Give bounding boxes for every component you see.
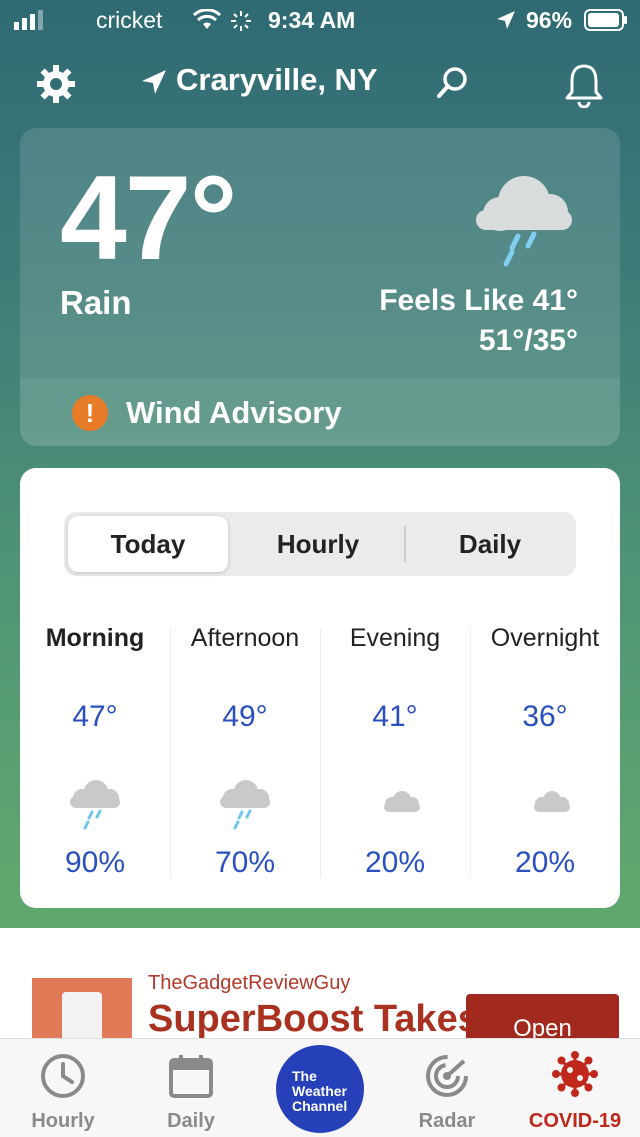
wifi-icon bbox=[192, 9, 222, 29]
notification-bell-icon[interactable] bbox=[564, 62, 604, 108]
radar-icon bbox=[426, 1055, 468, 1097]
tab-bar-covid[interactable]: COVID-19 bbox=[515, 1039, 635, 1137]
period-morning[interactable]: Morning 47° 90% bbox=[20, 618, 170, 888]
location-arrow-icon bbox=[497, 11, 515, 29]
period-temperature: 47° bbox=[72, 700, 118, 733]
tab-today[interactable]: Today bbox=[68, 516, 228, 572]
clock-icon bbox=[41, 1054, 85, 1098]
bottom-tab-bar: Hourly Daily The Weather Channel Radar C… bbox=[0, 1038, 640, 1137]
forecast-card: Today Hourly Daily Morning 47° 90% After… bbox=[20, 468, 620, 908]
advertisement-banner[interactable]: TheGadgetReviewGuy SuperBoost Takes Open bbox=[0, 928, 640, 1038]
period-evening[interactable]: Evening 41° 20% bbox=[320, 618, 470, 888]
period-name: Afternoon bbox=[190, 624, 300, 652]
tab-bar-hourly[interactable]: Hourly bbox=[3, 1039, 123, 1137]
location-selector[interactable]: Craryville, NY bbox=[140, 56, 500, 112]
current-temperature: 47° bbox=[60, 151, 237, 285]
rain-cloud-icon bbox=[220, 780, 270, 830]
battery-percent: 96% bbox=[526, 7, 573, 33]
partly-cloudy-night-icon bbox=[524, 782, 570, 821]
current-conditions-card[interactable]: 47° Rain Feels Like 41° 51°/35° ! Wind A… bbox=[20, 128, 620, 446]
current-condition: Rain bbox=[60, 284, 132, 321]
location-arrow-icon bbox=[142, 70, 166, 94]
weather-channel-logo-button[interactable]: The Weather Channel bbox=[276, 1045, 364, 1133]
period-overnight[interactable]: Overnight 36° 20% bbox=[470, 618, 620, 888]
rain-cloud-icon bbox=[476, 176, 572, 267]
ad-image bbox=[32, 978, 132, 1038]
tab-bar-label: Daily bbox=[167, 1110, 215, 1132]
high-low-temperature: 51°/35° bbox=[478, 324, 578, 357]
ad-headline: SuperBoost Takes bbox=[148, 998, 479, 1038]
period-temperature: 36° bbox=[522, 700, 568, 733]
precip-chance: 20% bbox=[364, 846, 426, 879]
ad-brand: TheGadgetReviewGuy bbox=[148, 972, 351, 994]
tab-separator bbox=[404, 526, 406, 562]
period-temperature: 49° bbox=[222, 700, 268, 733]
forecast-segmented-control: Today Hourly Daily bbox=[64, 512, 576, 576]
tab-bar-daily[interactable]: Daily bbox=[131, 1039, 251, 1137]
tab-bar-label: Hourly bbox=[31, 1110, 95, 1132]
advisory-text: Wind Advisory bbox=[126, 395, 342, 430]
tab-bar-label: Radar bbox=[418, 1110, 476, 1132]
period-afternoon[interactable]: Afternoon 49° 70% bbox=[170, 618, 320, 888]
ad-open-button[interactable]: Open bbox=[466, 994, 619, 1038]
battery-icon bbox=[584, 9, 627, 31]
precip-chance: 20% bbox=[514, 846, 576, 879]
location-name: Craryville, NY bbox=[176, 62, 378, 97]
tab-bar-label: COVID-19 bbox=[528, 1110, 622, 1132]
wind-advisory-banner[interactable]: ! Wind Advisory bbox=[20, 378, 620, 446]
status-bar: cricket 9:34 AM 96% bbox=[0, 0, 640, 40]
calendar-icon bbox=[169, 1055, 213, 1098]
tab-hourly[interactable]: Hourly bbox=[238, 516, 398, 572]
partly-cloudy-night-icon bbox=[374, 782, 420, 821]
alert-icon: ! bbox=[72, 395, 108, 431]
loading-spinner-icon bbox=[231, 11, 251, 31]
carrier-name: cricket bbox=[96, 7, 163, 33]
settings-gear-icon[interactable] bbox=[36, 64, 76, 104]
period-name: Morning bbox=[45, 624, 145, 652]
tab-daily[interactable]: Daily bbox=[410, 516, 570, 572]
search-icon[interactable] bbox=[436, 66, 470, 100]
rain-cloud-icon bbox=[70, 780, 120, 830]
signal-icon bbox=[14, 10, 43, 30]
period-name: Evening bbox=[349, 624, 441, 652]
virus-icon bbox=[552, 1051, 598, 1097]
period-temperature: 41° bbox=[372, 700, 418, 733]
tab-bar-radar[interactable]: Radar bbox=[387, 1039, 507, 1137]
ad-product-image bbox=[62, 992, 102, 1038]
precip-chance: 90% bbox=[64, 846, 126, 879]
precip-chance: 70% bbox=[214, 846, 276, 879]
status-time: 9:34 AM bbox=[268, 7, 356, 33]
period-name: Overnight bbox=[490, 624, 600, 652]
feels-like: Feels Like 41° bbox=[379, 284, 578, 317]
